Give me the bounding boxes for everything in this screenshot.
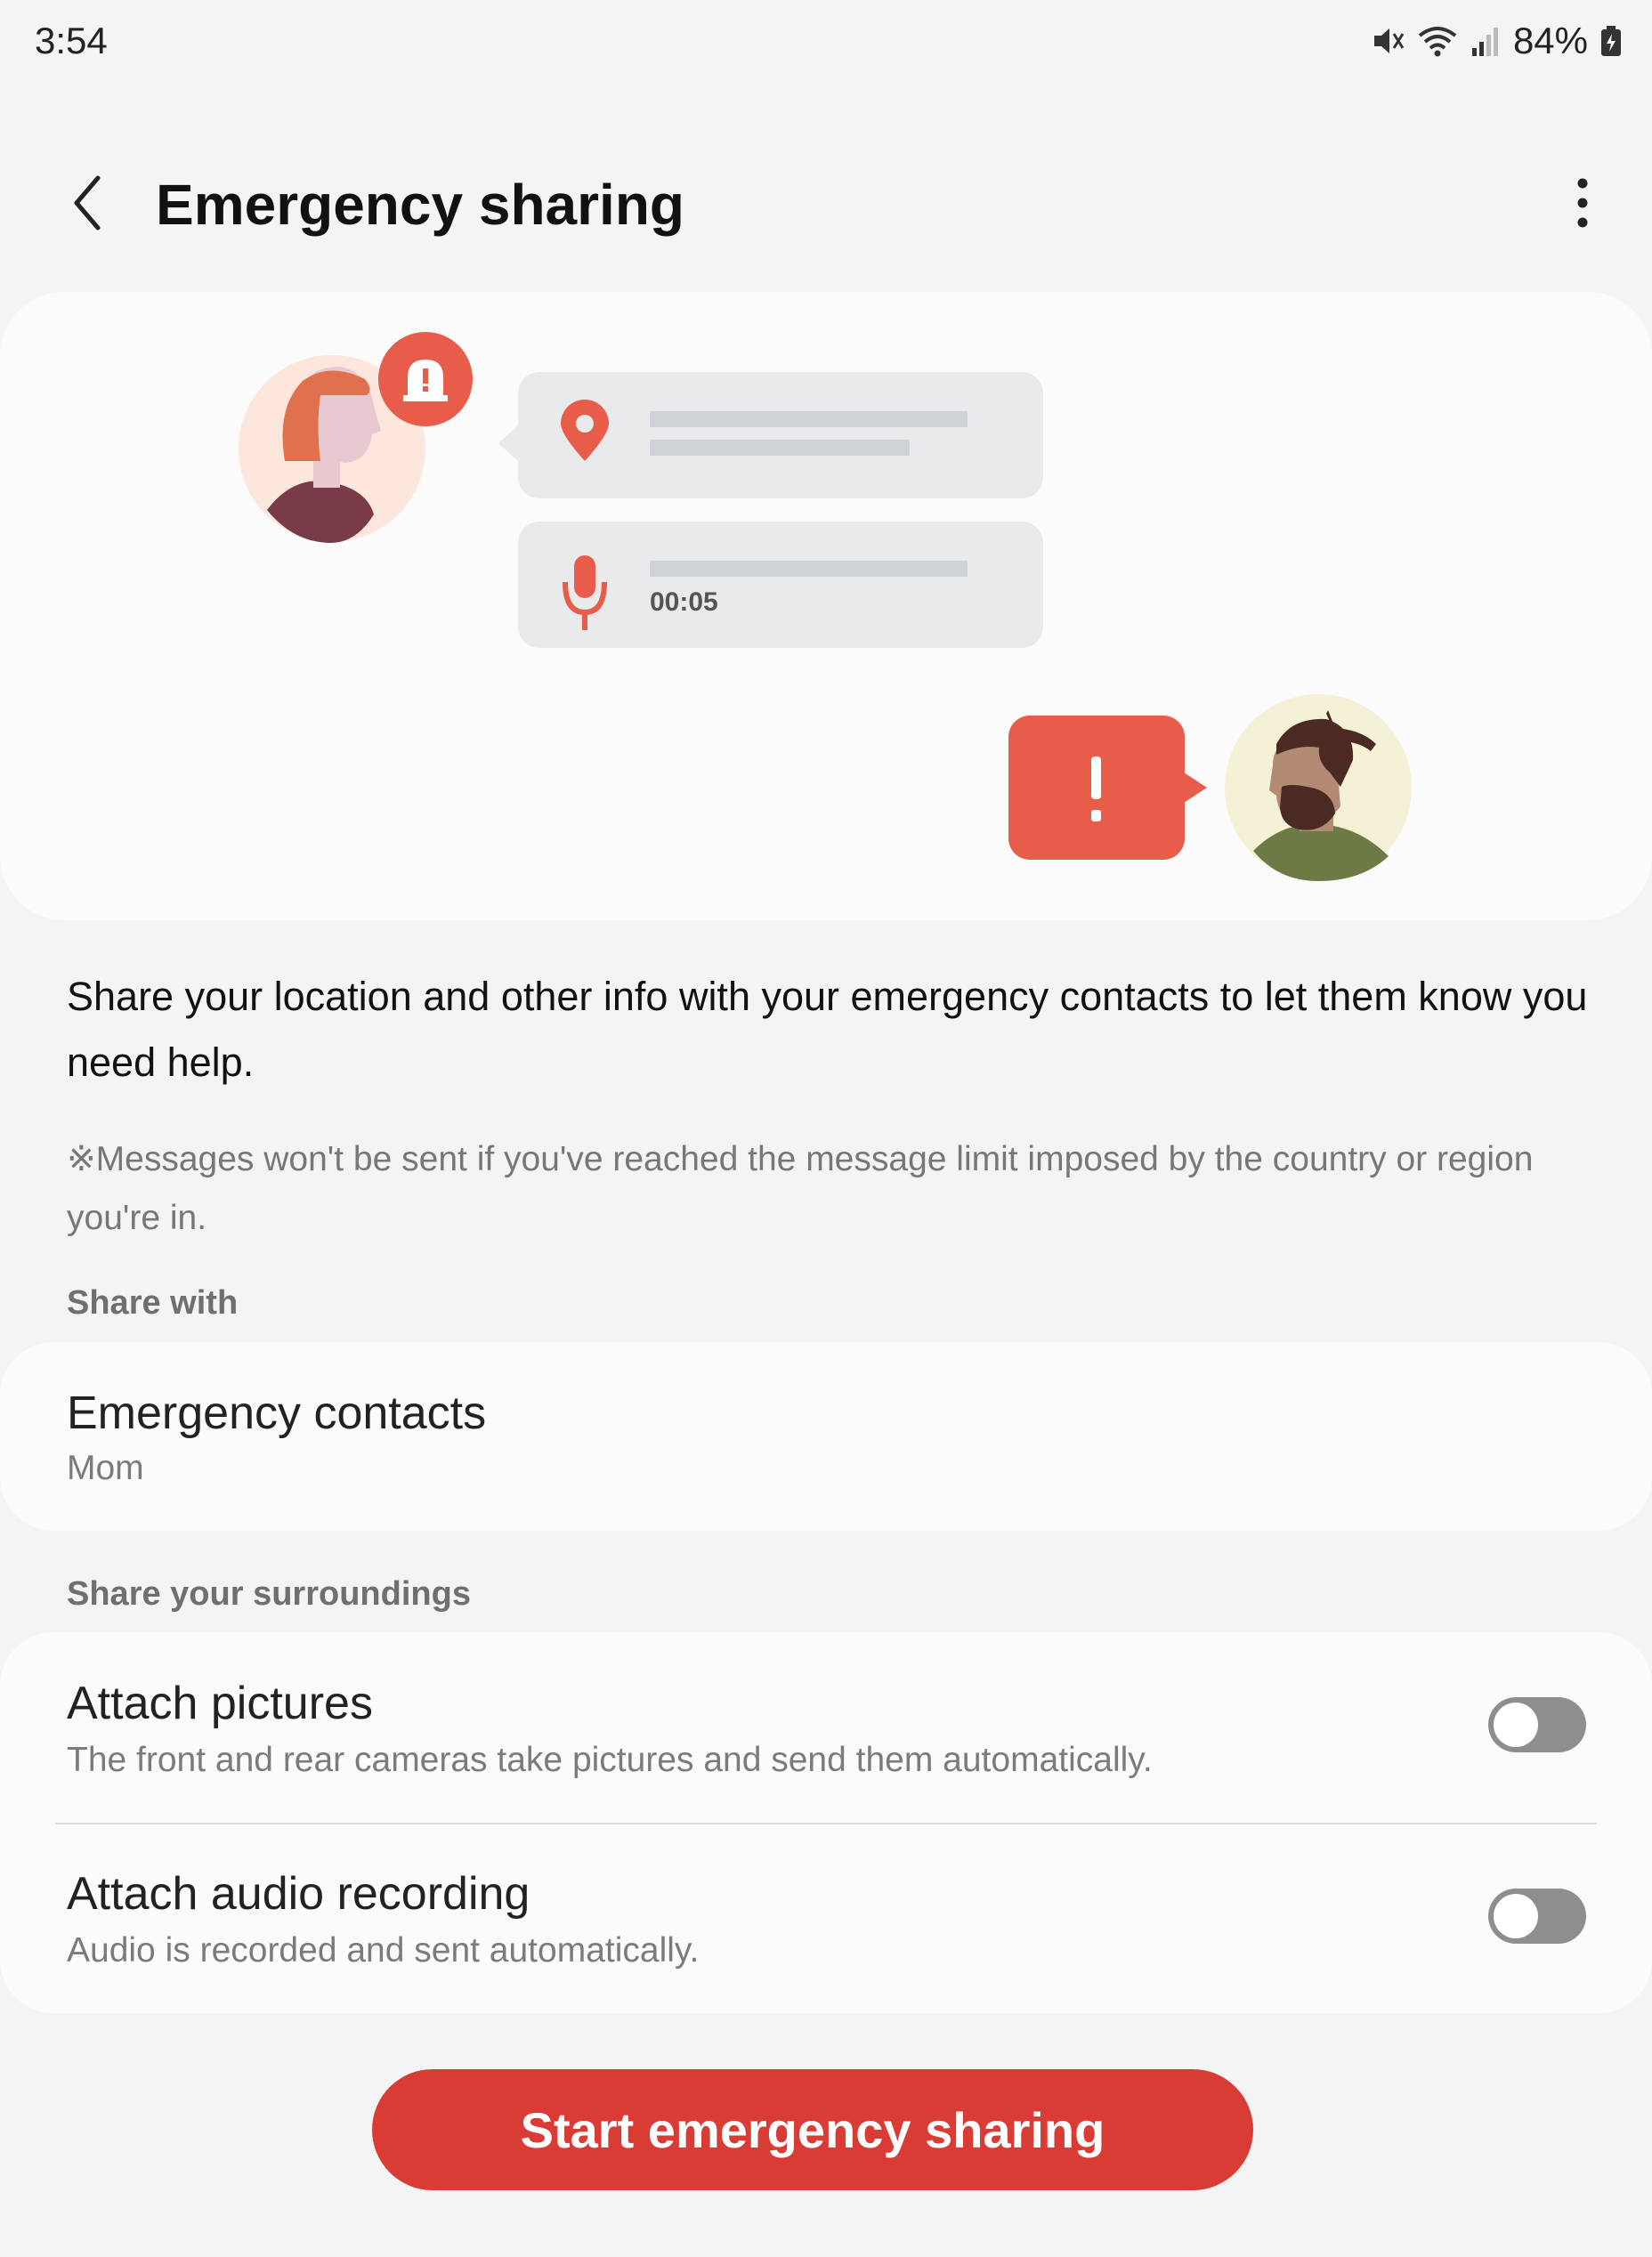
siren-icon — [378, 332, 473, 426]
mute-icon — [1369, 23, 1405, 59]
toggle-knob — [1494, 1894, 1538, 1938]
share-surroundings-label: Share your surroundings — [67, 1575, 471, 1613]
emergency-illustration — [239, 332, 1412, 881]
surroundings-card: Attach pictures The front and rear camer… — [0, 1632, 1652, 2013]
location-message-bubble — [498, 372, 1043, 498]
status-time: 3:54 — [35, 20, 108, 61]
attach-audio-toggle[interactable] — [1488, 1889, 1586, 1944]
battery-charging-icon — [1600, 25, 1622, 57]
alert-bubble-icon — [1008, 716, 1207, 860]
microphone-icon — [574, 555, 595, 598]
more-options-button[interactable] — [1549, 171, 1616, 239]
audio-timer: 00:05 — [650, 587, 718, 617]
start-emergency-sharing-button[interactable]: Start emergency sharing — [372, 2069, 1253, 2190]
attach-pictures-title: Attach pictures — [67, 1678, 373, 1729]
wifi-icon — [1417, 23, 1458, 59]
man-avatar-icon — [1225, 694, 1412, 881]
emergency-contacts-subtitle: Mom — [67, 1449, 144, 1487]
attach-audio-subtitle: Audio is recorded and sent automatically… — [67, 1931, 700, 1970]
status-icons: 84% — [1369, 20, 1622, 62]
back-button[interactable] — [53, 171, 121, 239]
attach-pictures-subtitle: The front and rear cameras take pictures… — [67, 1741, 1153, 1779]
back-chevron-icon — [69, 174, 105, 236]
attach-pictures-toggle[interactable] — [1488, 1697, 1586, 1752]
attach-audio-item[interactable]: Attach audio recording Audio is recorded… — [0, 1824, 1652, 2013]
app-header: Emergency sharing — [0, 151, 1652, 258]
description-text: Share your location and other info with … — [67, 974, 1588, 1085]
share-with-label: Share with — [67, 1284, 239, 1322]
attach-audio-title: Attach audio recording — [67, 1868, 530, 1920]
status-bar: 3:54 84% — [0, 0, 1652, 85]
page-title: Emergency sharing — [156, 173, 684, 237]
emergency-contacts-title: Emergency contacts — [67, 1387, 487, 1439]
toggle-knob — [1494, 1703, 1538, 1747]
emergency-contacts-item[interactable]: Emergency contacts Mom — [0, 1342, 1652, 1531]
more-options-icon — [1575, 176, 1590, 234]
illustration-card: 00:05 — [0, 292, 1652, 920]
message-limit-note: ※Messages won't be sent if you've reache… — [67, 1140, 1534, 1237]
attach-pictures-item[interactable]: Attach pictures The front and rear camer… — [0, 1632, 1652, 1823]
audio-message-bubble — [518, 522, 1043, 648]
signal-icon — [1470, 25, 1501, 57]
battery-percent: 84% — [1512, 20, 1588, 61]
